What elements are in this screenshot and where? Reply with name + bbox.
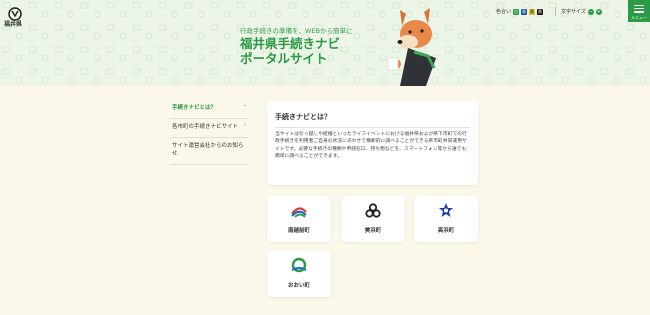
color-white-button[interactable]: 白 <box>513 8 520 15</box>
sidebar-item-label: 各市町の手続きナビサイト <box>172 124 239 130</box>
sidebar-item-about[interactable]: 手続きナビとは？ ˅ <box>170 100 248 119</box>
intro-divider <box>275 127 470 128</box>
town-card-takahama[interactable]: 高浜町 <box>414 196 478 242</box>
town-name: 美浜町 <box>364 228 382 234</box>
hamburger-icon <box>628 0 650 13</box>
font-size-label: 文字サイズ <box>561 9 586 15</box>
town-name: 南越前町 <box>287 228 310 234</box>
mihama-emblem-icon <box>365 203 381 218</box>
sidebar-item-label: 手続きナビとは？ <box>172 105 217 111</box>
ohi-emblem-icon <box>291 257 307 273</box>
mascot-illustration <box>387 8 436 86</box>
font-smaller-button[interactable]: − <box>587 8 594 15</box>
town-card-mihama[interactable]: 美浜町 <box>341 196 405 242</box>
intro-body: 当サイトは引っ越しや結婚といったライフイベントにおける福井県および県下市町での行… <box>275 132 467 160</box>
town-name: 高浜町 <box>437 228 455 234</box>
minamiechizen-emblem-icon <box>291 207 307 218</box>
font-larger-button[interactable]: + <box>595 8 602 15</box>
color-yellow-button[interactable]: 黄 <box>529 8 536 15</box>
town-name: おおい町 <box>287 283 310 289</box>
hero-banner: 福井県 行政手続きの準備を、WEBから簡単に 福井県手続きナビ ポータルサイト … <box>0 0 650 86</box>
color-scheme-label: 色合い <box>496 9 512 15</box>
sidebar-item-operator-news[interactable]: サイト運営会社からのお知らせ <box>170 138 248 165</box>
site-title-line1: 福井県手続きナビ <box>240 36 341 51</box>
site-tagline: 行政手続きの準備を、WEBから簡単に <box>240 27 353 35</box>
chevron-down-icon: ˅ <box>243 105 247 111</box>
takahama-emblem-icon <box>439 203 453 217</box>
sidebar-item-municipal-sites[interactable]: 各市町の手続きナビサイト ˄ <box>170 119 248 138</box>
color-black-button[interactable]: 黒 <box>537 8 544 15</box>
site-title-line2: ポータルサイト <box>240 51 328 66</box>
intro-card: 手続きナビとは？ 当サイトは引っ越しや結婚といったライフイベントにおける福井県お… <box>267 101 478 185</box>
color-scheme-control: 色合い 白 青 黄 黒 <box>496 8 544 15</box>
intro-title: 手続きナビとは？ <box>275 113 331 121</box>
menu-label: メニュー <box>631 14 647 20</box>
logo-text: 福井県 <box>4 21 23 28</box>
sidebar-item-label: サイト運営会社からのお知らせ <box>172 143 244 157</box>
chevron-up-icon: ˄ <box>243 124 247 130</box>
font-size-control: 文字サイズ − + <box>561 8 602 15</box>
color-blue-button[interactable]: 青 <box>521 8 528 15</box>
site-title: 福井県手続きナビ ポータルサイト <box>240 36 340 66</box>
town-card-minamiechizen[interactable]: 南越前町 <box>267 196 331 242</box>
sidebar-nav: 手続きナビとは？ ˅ 各市町の手続きナビサイト ˄ サイト運営会社からのお知らせ <box>170 100 248 165</box>
town-card-ohi[interactable]: おおい町 <box>267 251 331 297</box>
menu-button[interactable]: メニュー <box>628 0 650 22</box>
control-divider <box>555 7 556 16</box>
